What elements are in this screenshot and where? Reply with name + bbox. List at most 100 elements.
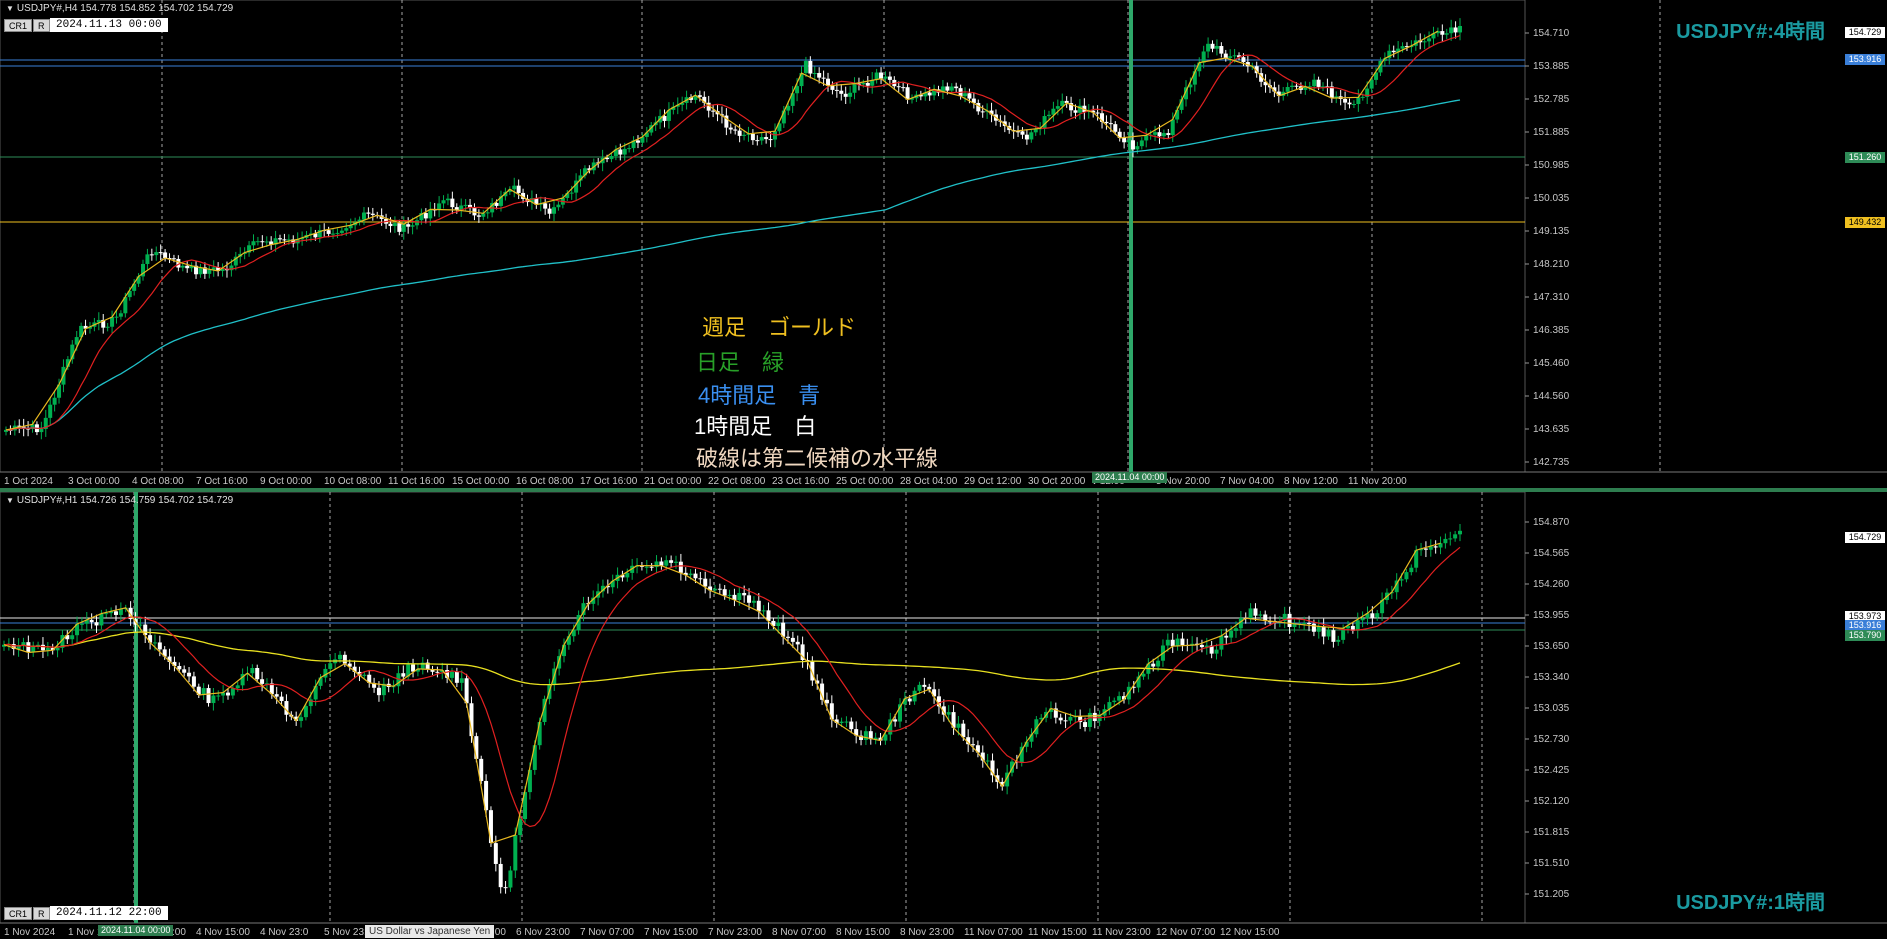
- candle-body: [48, 404, 53, 418]
- h4-chart-canvas[interactable]: 154.710 153.885 152.785 151.885 150.985 150.0…: [0, 0, 1887, 488]
- candle-body: [905, 87, 910, 100]
- candle-body: [1453, 534, 1458, 539]
- date-tick-label: 12 Nov 15:00: [1220, 927, 1280, 938]
- legend-daily: 日足 緑: [696, 350, 785, 375]
- date-tick-label: 9 Oct 00:00: [260, 476, 312, 487]
- candle-body: [861, 82, 866, 85]
- candle-body: [255, 241, 260, 243]
- candle-body: [1444, 33, 1449, 35]
- h4-cr-buttons[interactable]: CR1 R: [4, 19, 50, 32]
- candle-body: [1423, 548, 1428, 550]
- candle-body: [118, 313, 123, 317]
- candle-body: [727, 594, 732, 596]
- candle-body: [512, 185, 517, 190]
- date-tick-label: 21 Oct 00:00: [644, 476, 702, 487]
- candle-body: [761, 610, 766, 612]
- candle-body: [94, 622, 99, 626]
- candle-body: [1165, 639, 1170, 646]
- candle-body: [206, 688, 211, 704]
- candle-body: [834, 89, 839, 91]
- candle-body: [1141, 673, 1146, 677]
- candle-body: [1055, 106, 1060, 109]
- candle-body: [149, 254, 154, 256]
- h1-chart-pane[interactable]: 154.870 154.565 154.260 153.955 153.650 153.3…: [0, 492, 1887, 939]
- h1-chart-canvas[interactable]: 154.870 154.565 154.260 153.955 153.650 153.3…: [0, 492, 1887, 939]
- candle-body: [945, 86, 950, 91]
- candle-body: [1170, 119, 1175, 136]
- candle-body: [961, 723, 966, 738]
- candle-body: [790, 637, 795, 642]
- candle-body: [474, 736, 479, 759]
- candle-body: [318, 677, 323, 686]
- candle-body: [191, 676, 196, 687]
- candle-body: [747, 595, 752, 603]
- cr1-button[interactable]: CR1: [4, 907, 33, 920]
- candle-body: [177, 666, 182, 670]
- h1-green-line-tag: 153.790: [1845, 630, 1885, 641]
- candle-body: [963, 93, 968, 97]
- candle-body: [1161, 133, 1166, 137]
- h1-cr-buttons[interactable]: CR1 R: [4, 907, 50, 920]
- candle-body: [278, 238, 283, 240]
- date-tick-label: 4 Nov 23:0: [260, 927, 309, 938]
- candle-body: [163, 252, 168, 259]
- price-tick-label: 154.710: [1533, 28, 1570, 39]
- candle-body: [742, 592, 747, 596]
- candle-body: [55, 647, 60, 651]
- date-tick-label: 8 Nov 15:00: [836, 927, 890, 938]
- candle-body: [1360, 618, 1365, 621]
- collapse-triangle-icon[interactable]: ▼: [6, 496, 14, 505]
- candle-body: [688, 573, 693, 576]
- date-tick-label: 23 Oct 16:00: [772, 476, 830, 487]
- price-tick-label: 143.635: [1533, 424, 1570, 435]
- candle-body: [498, 863, 503, 888]
- price-tick-label: 150.985: [1533, 160, 1570, 171]
- candle-body: [1024, 134, 1029, 140]
- candle-body: [712, 588, 717, 591]
- candle-body: [985, 760, 990, 762]
- candle-body: [235, 685, 240, 689]
- candle-body: [279, 696, 284, 702]
- candle-body: [1370, 613, 1375, 618]
- h4-green-line-tag: 151.260: [1845, 152, 1885, 163]
- candle-body: [635, 140, 640, 143]
- candle-body: [105, 326, 110, 328]
- candle-body: [255, 667, 260, 680]
- candle-body: [912, 690, 917, 702]
- candle-body: [339, 230, 344, 233]
- price-tick-label: 151.885: [1533, 127, 1570, 138]
- candle-body: [1135, 146, 1140, 150]
- h4-chart-pane[interactable]: 154.710 153.885 152.785 151.885 150.985 150.0…: [0, 0, 1887, 488]
- candle-body: [1219, 46, 1224, 54]
- date-tick-label: 22 Oct 08:00: [708, 476, 766, 487]
- candle-body: [1214, 649, 1219, 654]
- candle-body: [697, 95, 702, 97]
- zigzag-line: [3, 542, 1441, 844]
- price-tick-label: 154.260: [1533, 579, 1570, 590]
- candle-body: [1347, 102, 1352, 105]
- candle-body: [693, 573, 698, 579]
- r-button[interactable]: R: [33, 907, 50, 920]
- collapse-triangle-icon[interactable]: ▼: [6, 4, 14, 13]
- price-tick-label: 152.730: [1533, 734, 1570, 745]
- candle-body: [435, 671, 440, 673]
- candle-body: [450, 672, 454, 678]
- date-tick-label: 28 Oct 04:00: [900, 476, 958, 487]
- candle-body: [411, 664, 416, 672]
- h4-blue-line-tag: 153.916: [1845, 54, 1885, 65]
- cr1-button[interactable]: CR1: [4, 19, 33, 32]
- candle-body: [299, 717, 304, 721]
- candle-body: [1139, 140, 1144, 147]
- candle-body: [669, 560, 674, 563]
- candle-body: [786, 636, 790, 638]
- candle-body: [737, 592, 742, 601]
- candle-body: [728, 127, 733, 130]
- candle-body: [326, 230, 331, 234]
- r-button[interactable]: R: [33, 19, 50, 32]
- candle-body: [644, 566, 649, 568]
- candle-body: [441, 200, 446, 204]
- candle-body: [759, 137, 764, 141]
- candle-body: [698, 578, 703, 580]
- candle-body: [1427, 38, 1432, 42]
- candle-body: [839, 721, 844, 724]
